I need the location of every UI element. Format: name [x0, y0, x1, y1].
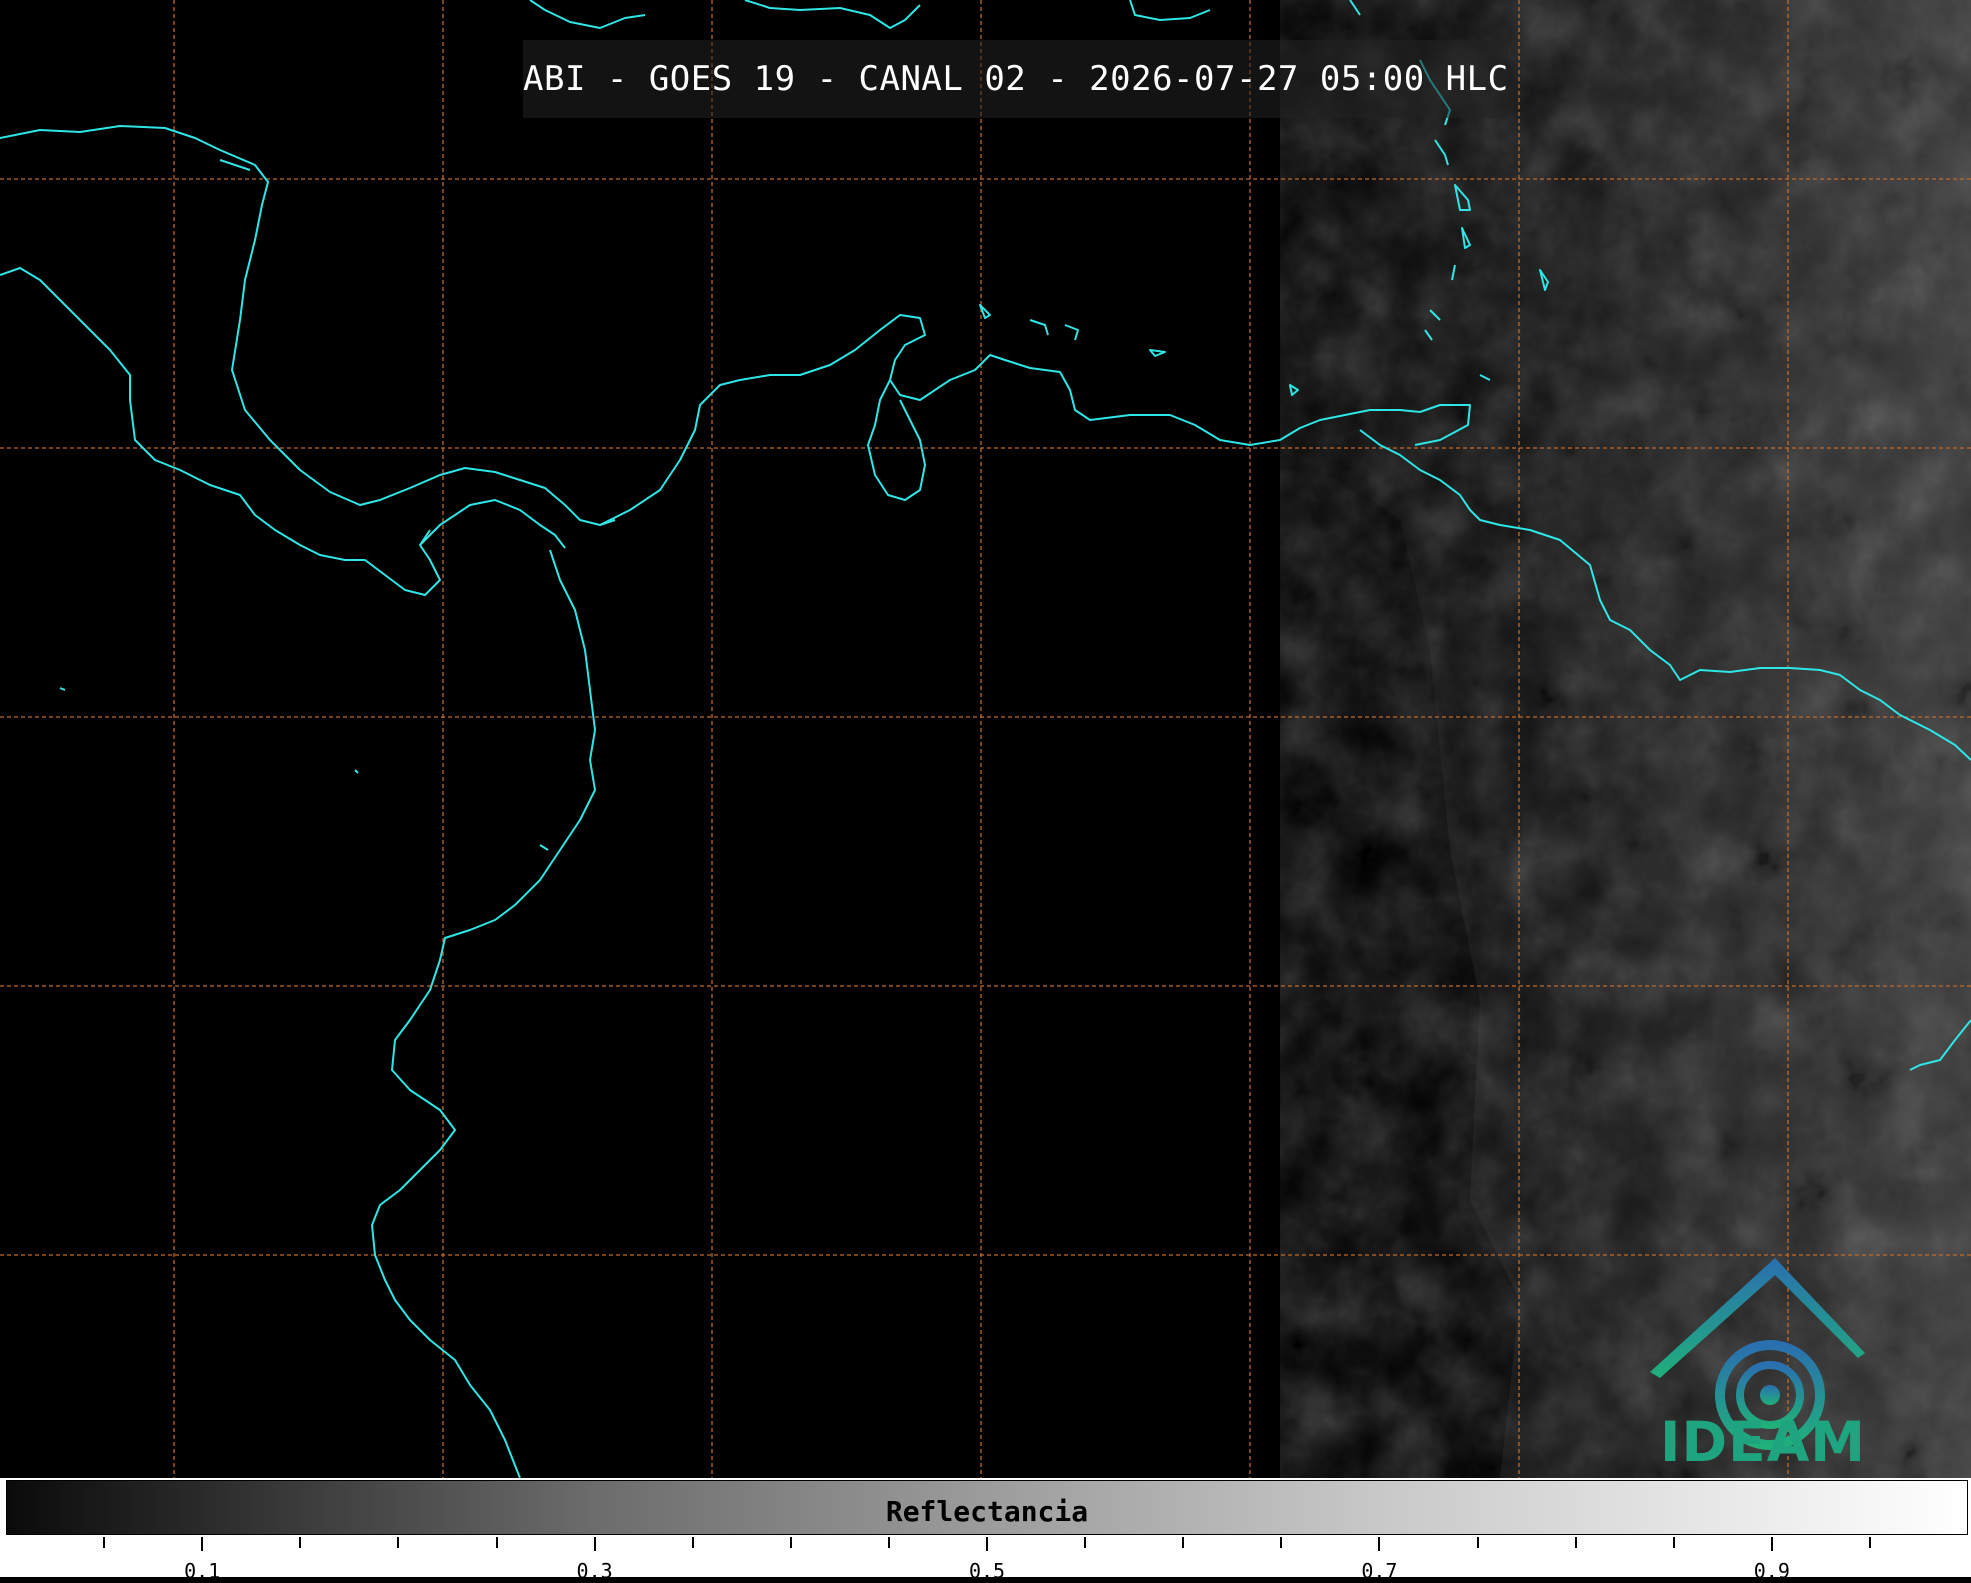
- map-layer: [0, 0, 1971, 1478]
- colorbar-tick-label: 0.3: [576, 1559, 613, 1583]
- colorbar-major-tick: [593, 1537, 596, 1551]
- colorbar-minor-tick: [1574, 1537, 1577, 1548]
- colorbar-minor-tick: [1084, 1537, 1087, 1548]
- colorbar-major-tick: [1770, 1537, 1773, 1551]
- map-title: ABI - GOES 19 - CANAL 02 - 2026-07-27 05…: [523, 40, 1508, 118]
- colorbar-minor-tick: [887, 1537, 890, 1548]
- colorbar-minor-tick: [789, 1537, 792, 1548]
- colorbar-tick-label: 0.1: [184, 1559, 221, 1583]
- colorbar-minor-tick: [1476, 1537, 1479, 1548]
- colorbar: Reflectancia 0.1 0.3 0.5 0.7 0.9: [0, 1478, 1971, 1583]
- colorbar-major-tick: [1378, 1537, 1381, 1551]
- cloud-region: [1280, 0, 1971, 1478]
- colorbar-tick-label: 0.9: [1753, 1559, 1790, 1583]
- colorbar-major-tick: [201, 1537, 204, 1551]
- colorbar-gradient: Reflectancia: [6, 1480, 1968, 1535]
- satellite-map: ABI - GOES 19 - CANAL 02 - 2026-07-27 05…: [0, 0, 1971, 1478]
- ideam-logo-text: IDEAM: [1660, 1410, 1866, 1474]
- colorbar-minor-tick: [1280, 1537, 1283, 1548]
- colorbar-axis: 0.1 0.3 0.5 0.7 0.9: [0, 1537, 1971, 1583]
- colorbar-tick-label: 0.5: [968, 1559, 1006, 1583]
- colorbar-tick-label: 0.7: [1361, 1559, 1398, 1583]
- colorbar-minor-tick: [495, 1537, 498, 1548]
- colorbar-minor-tick: [1182, 1537, 1185, 1548]
- colorbar-minor-tick: [1868, 1537, 1871, 1548]
- colorbar-minor-tick: [103, 1537, 106, 1548]
- colorbar-minor-tick: [397, 1537, 400, 1548]
- colorbar-minor-tick: [299, 1537, 302, 1548]
- colorbar-label: Reflectancia: [885, 1495, 1089, 1528]
- colorbar-minor-tick: [1672, 1537, 1675, 1548]
- colorbar-major-tick: [986, 1537, 988, 1551]
- colorbar-minor-tick: [691, 1537, 694, 1548]
